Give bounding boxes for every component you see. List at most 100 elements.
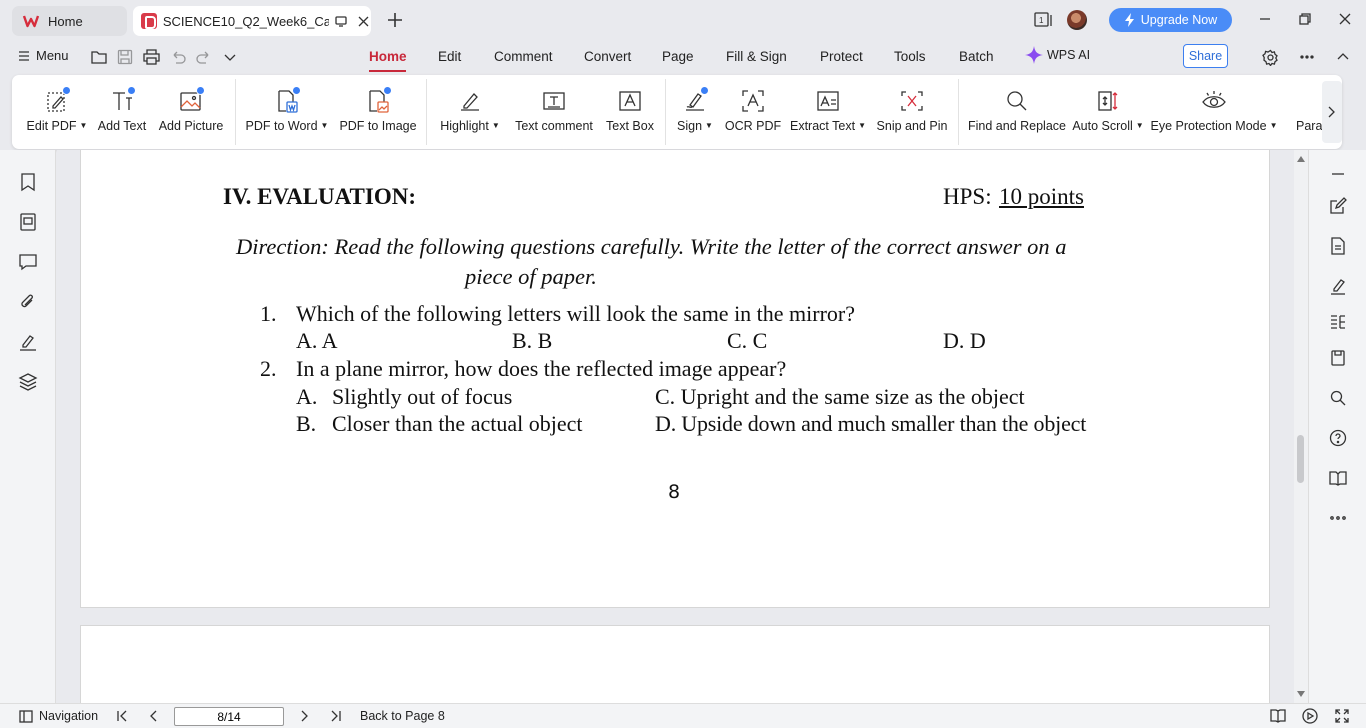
tab-batch[interactable]: Batch — [959, 49, 994, 64]
status-bar: Navigation Back to Page 8 — [0, 703, 1366, 728]
ocr-icon — [738, 86, 768, 116]
extract-text-button[interactable]: Extract Text ▼ — [790, 75, 866, 149]
share-button[interactable]: Share — [1183, 44, 1228, 68]
thumbnails-icon[interactable] — [18, 212, 38, 232]
save-icon[interactable] — [117, 49, 133, 65]
print-area-icon[interactable] — [1329, 349, 1347, 367]
tab-document[interactable]: SCIENCE10_Q2_Week6_Cañada — [133, 6, 371, 36]
ribbon-separator — [958, 79, 959, 145]
edit-pdf-button[interactable]: Edit PDF ▼ — [22, 75, 92, 149]
wps-ai-button[interactable]: WPS AI — [1025, 46, 1090, 64]
collapse-ribbon-chevron-up-icon[interactable] — [1336, 49, 1350, 63]
navigation-label: Navigation — [39, 709, 99, 723]
page-number-input[interactable] — [174, 707, 284, 726]
direction-line-2: piece of paper. — [465, 264, 597, 289]
tab-edit[interactable]: Edit — [438, 49, 461, 64]
more-tools-icon[interactable] — [1329, 509, 1347, 527]
close-window-icon[interactable] — [1338, 12, 1352, 26]
fullscreen-icon[interactable] — [1335, 709, 1349, 723]
upgrade-now-button[interactable]: Upgrade Now — [1109, 8, 1232, 32]
chevron-right-icon — [1327, 105, 1337, 119]
add-picture-button[interactable]: Add Picture — [158, 75, 224, 149]
right-sidebar — [1308, 150, 1366, 703]
pdf-to-word-button[interactable]: PDF to Word ▼ — [246, 75, 328, 149]
scroll-up-arrow-icon[interactable] — [1297, 156, 1305, 162]
previous-page-icon[interactable] — [148, 710, 160, 722]
highlight-button[interactable]: Highlight ▼ — [436, 75, 504, 149]
sign-icon — [680, 86, 710, 116]
help-icon[interactable] — [1329, 429, 1347, 447]
text-comment-button[interactable]: Text comment — [512, 75, 596, 149]
add-text-label: Add Text — [97, 119, 147, 133]
comments-icon[interactable] — [18, 252, 38, 272]
question-2-option-a: Slightly out of focus — [332, 384, 513, 409]
next-page-icon[interactable] — [298, 710, 310, 722]
navigation-button[interactable]: Navigation — [19, 709, 98, 723]
user-avatar[interactable] — [1067, 10, 1087, 30]
window-count-icon[interactable]: 1 — [1034, 12, 1054, 28]
tab-protect[interactable]: Protect — [820, 49, 863, 64]
pen-sign-icon[interactable] — [1329, 277, 1347, 295]
tab-page[interactable]: Page — [662, 49, 694, 64]
pdf-to-image-icon — [363, 86, 393, 116]
edit-pdf-icon — [42, 86, 72, 116]
ocr-pdf-button[interactable]: OCR PDF — [725, 75, 781, 149]
question-1-number: 1. — [260, 301, 277, 326]
search-icon — [1002, 86, 1032, 116]
first-page-icon[interactable] — [116, 710, 128, 722]
add-text-button[interactable]: Add Text — [94, 75, 150, 149]
bookmark-icon[interactable] — [18, 172, 38, 192]
settings-gear-icon[interactable] — [1262, 49, 1279, 66]
ribbon-scroll-right-button[interactable] — [1322, 81, 1342, 143]
auto-scroll-button[interactable]: Auto Scroll ▼ — [1072, 75, 1144, 149]
tab-home-label: Home — [48, 13, 83, 29]
new-tab-plus-icon[interactable] — [386, 11, 404, 29]
tab-tools[interactable]: Tools — [894, 49, 926, 64]
search-panel-icon[interactable] — [1329, 389, 1347, 407]
reading-mode-icon[interactable] — [1329, 469, 1347, 487]
layers-icon[interactable] — [18, 372, 38, 392]
snip-and-pin-button[interactable]: Snip and Pin — [874, 75, 950, 149]
tab-home[interactable]: Home — [12, 6, 127, 36]
scroll-down-arrow-icon[interactable] — [1297, 691, 1305, 697]
play-slideshow-icon[interactable] — [1302, 708, 1318, 724]
vertical-scrollbar[interactable] — [1294, 150, 1308, 703]
edit-panel-icon[interactable] — [1329, 197, 1347, 215]
collapse-panel-icon[interactable] — [1329, 165, 1347, 183]
tab-window-icon[interactable] — [333, 13, 349, 29]
sign-button[interactable]: Sign ▼ — [674, 75, 716, 149]
back-to-page-link[interactable]: Back to Page 8 — [360, 709, 445, 723]
attachment-icon[interactable] — [18, 292, 38, 312]
pdf-to-image-button[interactable]: PDF to Image — [338, 75, 418, 149]
undo-icon[interactable] — [170, 49, 186, 65]
tab-home-ribbon[interactable]: Home — [369, 49, 407, 64]
navigation-panel-icon — [19, 709, 33, 723]
scrollbar-thumb[interactable] — [1297, 435, 1304, 483]
text-box-label: Text Box — [606, 119, 654, 133]
lightning-icon — [1124, 13, 1134, 27]
text-box-button[interactable]: Text Box — [602, 75, 658, 149]
signature-panel-icon[interactable] — [18, 332, 38, 352]
document-viewer[interactable]: IV. EVALUATION: HPS: 10 points Direction… — [57, 150, 1294, 703]
tab-convert[interactable]: Convert — [584, 49, 631, 64]
open-folder-icon[interactable] — [91, 49, 108, 65]
eye-protection-mode-button[interactable]: Eye Protection Mode ▼ — [1151, 75, 1277, 149]
print-icon[interactable] — [143, 49, 160, 65]
more-options-icon[interactable] — [1299, 49, 1315, 65]
ribbon-separator — [235, 79, 236, 145]
document-properties-icon[interactable] — [1329, 237, 1347, 255]
text-layout-icon[interactable] — [1329, 313, 1347, 331]
tab-comment[interactable]: Comment — [494, 49, 553, 64]
restore-icon[interactable] — [1298, 12, 1312, 26]
eye-icon — [1199, 86, 1229, 116]
tab-fill-sign[interactable]: Fill & Sign — [726, 49, 787, 64]
more-chevron-down-icon[interactable] — [223, 49, 237, 65]
tab-close-icon[interactable] — [355, 13, 371, 29]
find-and-replace-button[interactable]: Find and Replace — [968, 75, 1066, 149]
question-2-option-d: D. Upside down and much smaller than the… — [655, 411, 1087, 436]
book-view-icon[interactable] — [1270, 708, 1286, 723]
last-page-icon[interactable] — [330, 710, 342, 722]
menu-button[interactable]: Menu — [18, 48, 69, 63]
minimize-icon[interactable] — [1258, 12, 1272, 26]
redo-icon[interactable] — [196, 49, 212, 65]
